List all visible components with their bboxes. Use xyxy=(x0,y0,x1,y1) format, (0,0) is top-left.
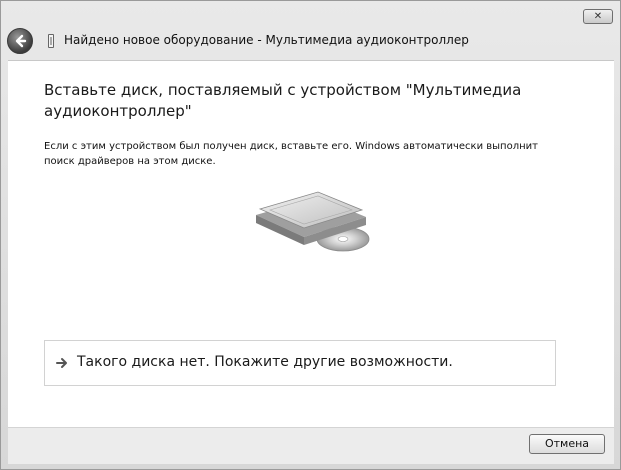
no-disc-option[interactable]: Такого диска нет. Покажите другие возмож… xyxy=(44,340,556,386)
back-button[interactable] xyxy=(7,28,33,54)
no-disc-option-label: Такого диска нет. Покажите другие возмож… xyxy=(77,354,453,370)
footer-bar: Отмена xyxy=(8,427,614,464)
arrow-right-icon xyxy=(56,358,67,368)
close-button[interactable]: ✕ xyxy=(583,9,613,24)
content-panel: Вставьте диск, поставляемый с устройство… xyxy=(8,60,614,427)
window-title: Найдено новое оборудование - Мультимедиа… xyxy=(64,33,469,47)
back-arrow-icon xyxy=(15,34,27,48)
cancel-button[interactable]: Отмена xyxy=(529,434,605,454)
cd-drive-icon xyxy=(256,191,370,252)
wizard-window: ✕ Найдено новое оборудование - Мультимед… xyxy=(0,0,621,470)
instruction-text: Если с этим устройством был получен диск… xyxy=(44,141,538,167)
device-icon xyxy=(48,34,54,48)
page-heading: Вставьте диск, поставляемый с устройство… xyxy=(44,81,522,120)
close-icon: ✕ xyxy=(593,11,603,22)
